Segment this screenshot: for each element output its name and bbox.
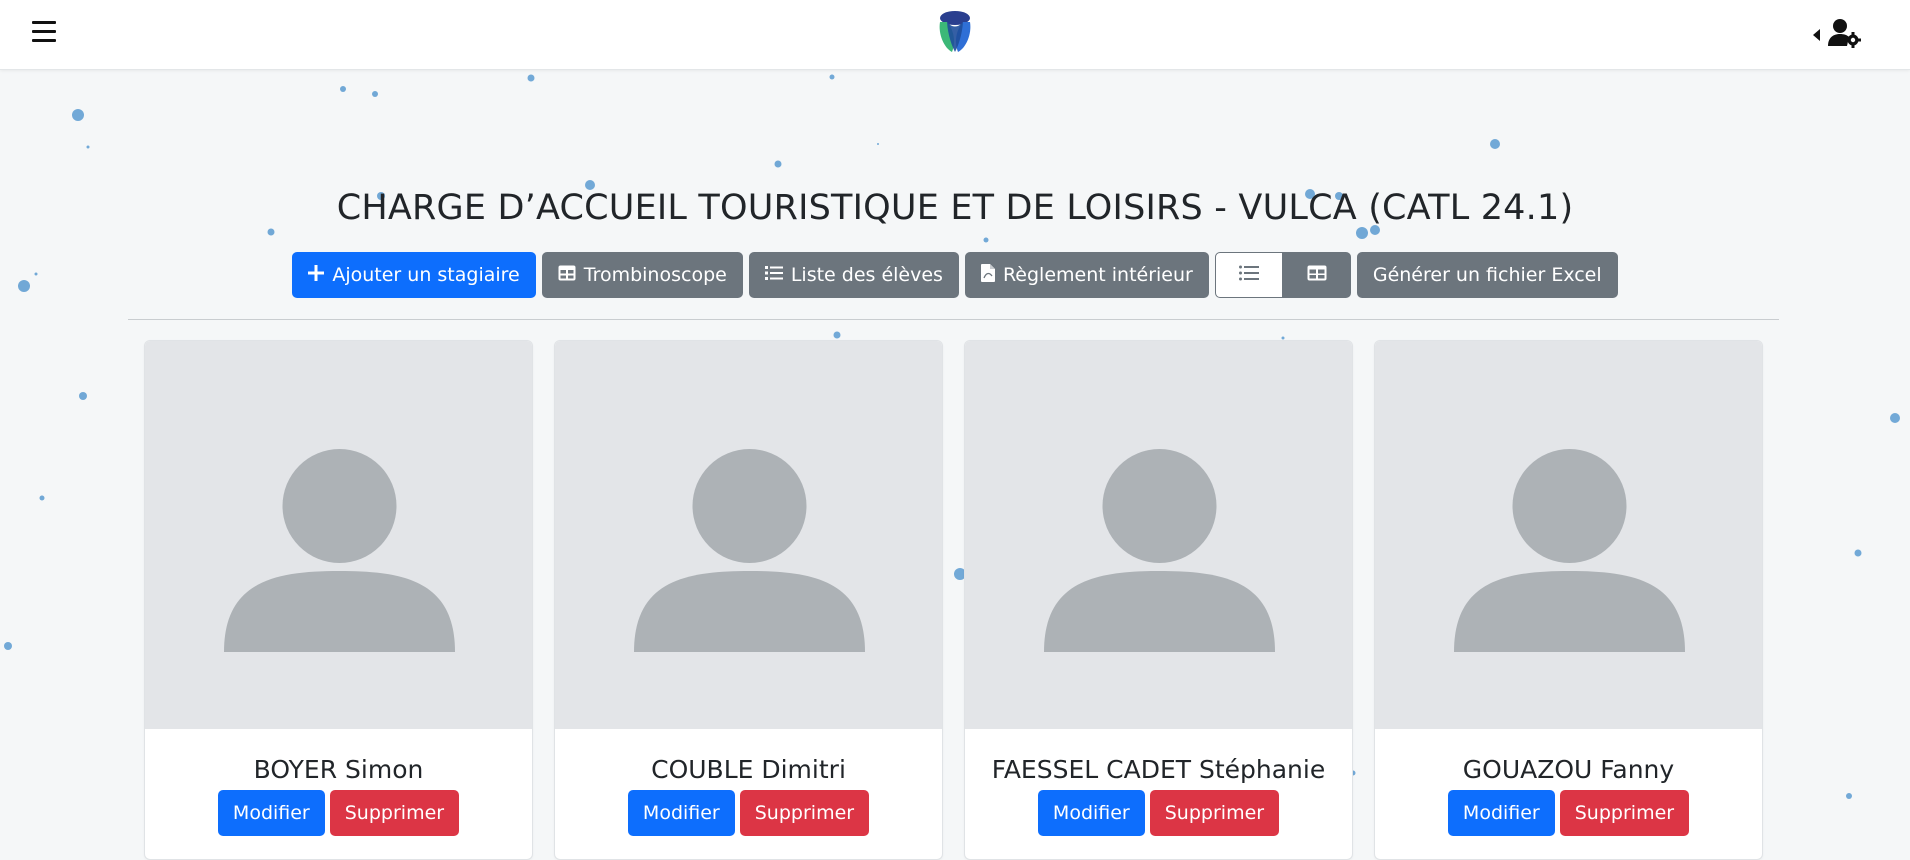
- delete-button[interactable]: Supprimer: [1559, 790, 1690, 836]
- avatar-placeholder-icon: [555, 341, 942, 729]
- user-settings-menu[interactable]: [1813, 18, 1862, 52]
- main-content: CHARGE D’ACCUEIL TOURISTIQUE ET DE LOISI…: [0, 70, 1910, 860]
- list-view-toggle[interactable]: [1214, 252, 1283, 298]
- student-name: BOYER Simon: [253, 755, 424, 784]
- card-actions: Modifier Supprimer: [965, 790, 1352, 836]
- plus-icon: [308, 264, 325, 286]
- app-logo[interactable]: [930, 8, 980, 56]
- list-icon: [1238, 265, 1259, 285]
- card-actions: Modifier Supprimer: [555, 790, 942, 836]
- list-icon: [764, 264, 783, 286]
- page-title: CHARGE D’ACCUEIL TOURISTIQUE ET DE LOISI…: [336, 188, 1574, 228]
- student-card: GOUAZOU Fanny Modifier Supprimer: [1374, 340, 1763, 860]
- delete-button[interactable]: Supprimer: [739, 790, 870, 836]
- delete-button[interactable]: Supprimer: [1149, 790, 1280, 836]
- add-trainee-button[interactable]: Ajouter un stagiaire: [292, 252, 536, 298]
- grid-view-toggle[interactable]: [1282, 252, 1351, 298]
- table-icon: [558, 264, 576, 286]
- generate-excel-label: Générer un fichier Excel: [1372, 264, 1602, 286]
- section-divider: [128, 319, 1779, 320]
- student-name: FAESSEL CADET Stéphanie: [991, 755, 1326, 784]
- top-navbar: [0, 0, 1910, 70]
- student-card: COUBLE Dimitri Modifier Supprimer: [554, 340, 943, 860]
- card-actions: Modifier Supprimer: [145, 790, 532, 836]
- student-card: FAESSEL CADET Stéphanie Modifier Supprim…: [964, 340, 1353, 860]
- edit-button[interactable]: Modifier: [1037, 790, 1145, 836]
- edit-button[interactable]: Modifier: [627, 790, 735, 836]
- add-trainee-label: Ajouter un stagiaire: [332, 264, 520, 286]
- grid-icon: [1307, 265, 1327, 285]
- student-cards: BOYER Simon Modifier Supprimer COUBLE Di…: [144, 340, 1763, 860]
- hamburger-icon[interactable]: [32, 21, 56, 43]
- card-actions: Modifier Supprimer: [1375, 790, 1762, 836]
- pdf-file-icon: [980, 263, 995, 287]
- student-list-label: Liste des élèves: [790, 264, 943, 286]
- student-card: BOYER Simon Modifier Supprimer: [144, 340, 533, 860]
- caret-left-icon: [1813, 29, 1820, 41]
- avatar-placeholder-icon: [965, 341, 1352, 729]
- generate-excel-button[interactable]: Générer un fichier Excel: [1356, 252, 1618, 298]
- internal-rules-button[interactable]: Règlement intérieur: [964, 252, 1209, 298]
- action-toolbar: Ajouter un stagiaire Trombinoscope Liste…: [0, 252, 1910, 298]
- avatar-placeholder-icon: [145, 341, 532, 729]
- delete-button[interactable]: Supprimer: [329, 790, 460, 836]
- student-name: COUBLE Dimitri: [651, 755, 846, 784]
- user-gear-icon: [1828, 18, 1862, 52]
- avatar-placeholder-icon: [1375, 341, 1762, 729]
- trombinoscope-button[interactable]: Trombinoscope: [541, 252, 743, 298]
- student-list-button[interactable]: Liste des élèves: [748, 252, 959, 298]
- trombinoscope-label: Trombinoscope: [583, 264, 727, 286]
- edit-button[interactable]: Modifier: [1447, 790, 1555, 836]
- student-name: GOUAZOU Fanny: [1462, 755, 1675, 784]
- view-toggle: [1214, 252, 1351, 298]
- internal-rules-label: Règlement intérieur: [1002, 264, 1193, 286]
- edit-button[interactable]: Modifier: [217, 790, 325, 836]
